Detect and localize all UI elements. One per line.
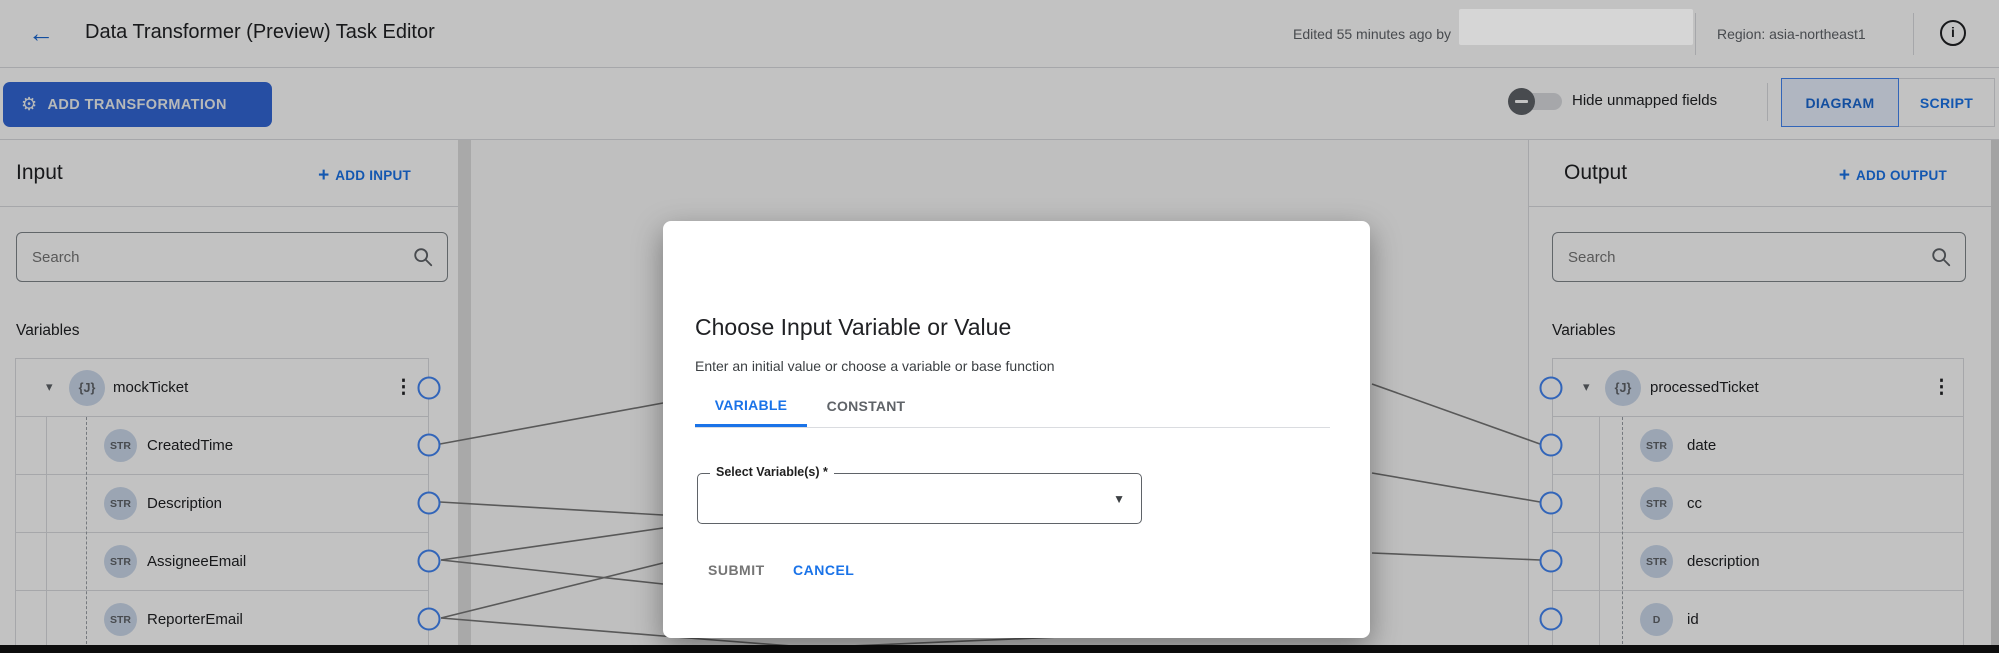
tabs-divider [695, 427, 1330, 428]
redacted-user-area [1459, 9, 1693, 45]
dialog-subtitle: Enter an initial value or choose a varia… [695, 358, 1055, 374]
tab-constant[interactable]: CONSTANT [807, 385, 925, 427]
cancel-button[interactable]: CANCEL [793, 562, 854, 578]
select-variables-dropdown[interactable]: Select Variable(s) * ▼ [697, 473, 1142, 524]
dropdown-caret-icon: ▼ [1113, 492, 1125, 506]
dialog-tabs: VARIABLE CONSTANT [695, 385, 925, 427]
dialog-title: Choose Input Variable or Value [695, 314, 1011, 341]
submit-button[interactable]: SUBMIT [708, 562, 765, 578]
tab-variable[interactable]: VARIABLE [695, 385, 807, 427]
choose-input-dialog: Choose Input Variable or Value Enter an … [663, 221, 1370, 638]
select-variables-label: Select Variable(s) * [710, 465, 834, 479]
